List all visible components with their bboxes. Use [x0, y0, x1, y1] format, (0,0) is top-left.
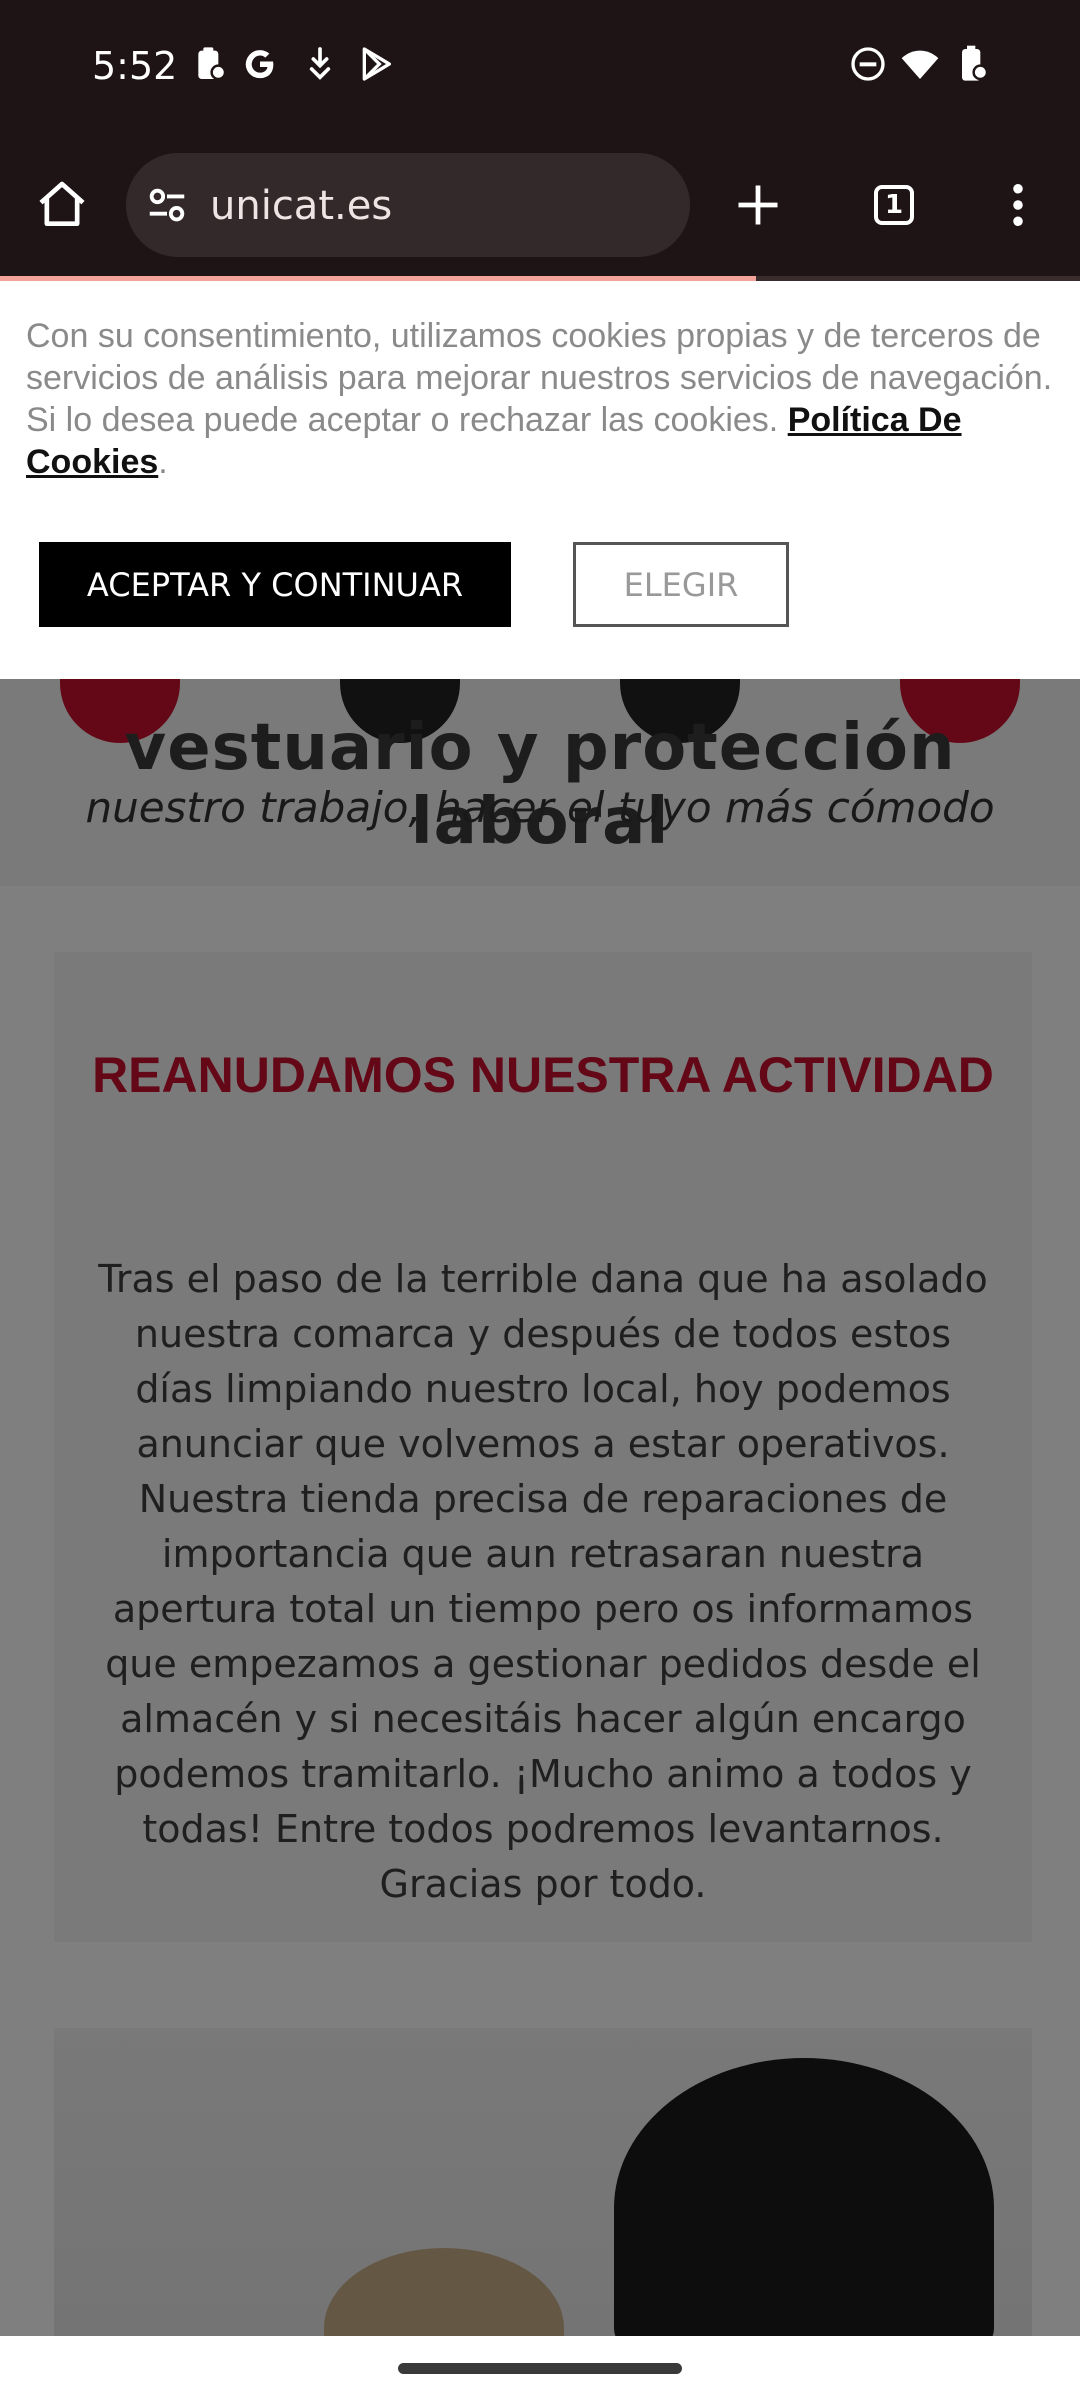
clipboard-icon — [198, 47, 227, 81]
cookie-banner: Con su consentimiento, utilizamos cookie… — [0, 281, 1080, 679]
choose-cookies-button[interactable]: ELEGIR — [573, 542, 789, 627]
tab-switcher-button[interactable]: 1 — [850, 165, 930, 245]
dnd-icon — [851, 47, 885, 81]
new-tab-button[interactable] — [718, 165, 798, 245]
google-icon — [245, 50, 274, 79]
address-bar[interactable]: unicat.es — [126, 153, 690, 257]
menu-button[interactable] — [978, 165, 1058, 245]
cookie-text: Con su consentimiento, utilizamos cookie… — [26, 315, 1056, 483]
new-tab-icon — [738, 185, 778, 225]
menu-icon — [1013, 183, 1023, 227]
wifi-icon — [901, 50, 939, 79]
status-bar: 5:52 — [0, 0, 1080, 135]
browser-toolbar: unicat.es 1 — [0, 135, 1080, 280]
status-time: 5:52 — [92, 44, 178, 88]
battery-icon — [962, 45, 989, 81]
home-button[interactable] — [22, 165, 102, 245]
site-settings-icon[interactable] — [144, 183, 190, 229]
home-icon — [39, 181, 85, 227]
tab-switcher-icon: 1 — [874, 185, 914, 225]
download-icon — [309, 47, 331, 80]
home-gesture-handle[interactable] — [398, 2363, 682, 2374]
cookie-trailing: . — [158, 443, 168, 481]
accept-cookies-button[interactable]: ACEPTAR Y CONTINUAR — [39, 542, 511, 627]
gesture-nav-bar — [0, 2336, 1080, 2400]
url-text: unicat.es — [210, 183, 393, 229]
play-store-icon — [362, 47, 391, 81]
